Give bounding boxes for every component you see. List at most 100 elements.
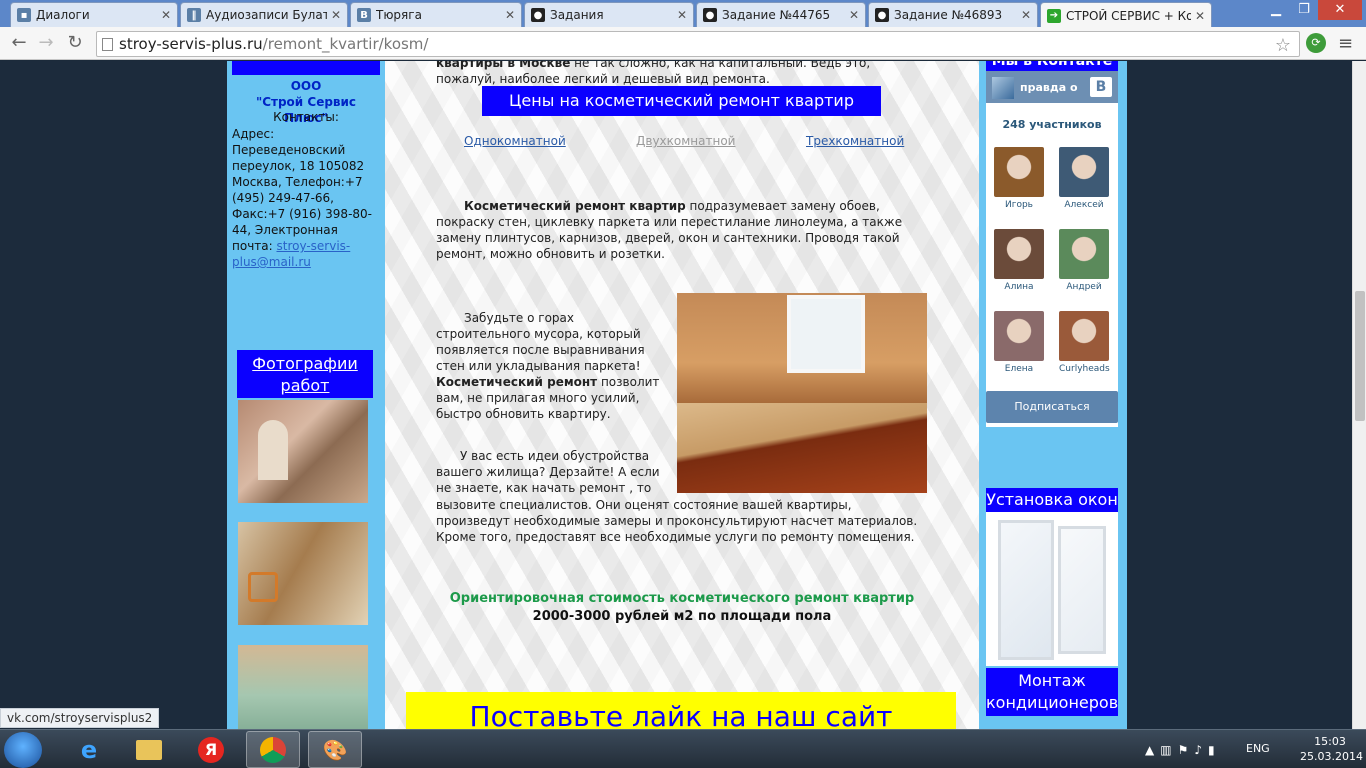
circle-icon: ● [875, 8, 889, 22]
member-name[interactable]: Андрей [1059, 282, 1109, 292]
window-image[interactable] [986, 512, 1118, 666]
tab-label: Тюряга [376, 8, 422, 22]
vk-group-name[interactable]: правда о [1020, 81, 1078, 94]
taskbar: e Я 🎨 ▲ ▥ ⚑ ♪ ▮ ENG 15:03 25.03.2014 [0, 729, 1366, 768]
ac-title[interactable]: Монтаж кондиционеров [986, 668, 1118, 716]
tab-close-icon[interactable]: ✕ [161, 8, 171, 22]
start-button[interactable] [4, 732, 42, 768]
tab-label: Задание №46893 [894, 8, 1003, 22]
vk-member[interactable]: Елена [994, 311, 1044, 374]
clock-date: 25.03.2014 [1300, 750, 1363, 763]
close-icon[interactable]: ✕ [1318, 0, 1362, 20]
tab[interactable]: ▪ Диалоги ✕ [10, 2, 178, 27]
vk-widget-title: Мы в Контакте [986, 61, 1118, 71]
tab-close-icon[interactable]: ✕ [331, 8, 341, 22]
photos-title[interactable]: Фотографии работ [237, 350, 373, 398]
work-photo[interactable] [238, 400, 368, 503]
tab-label: Задание №44765 [722, 8, 831, 22]
link-three-room[interactable]: Трехкомнатной [806, 134, 904, 148]
group-avatar[interactable] [992, 77, 1014, 99]
tab-close-icon[interactable]: ✕ [849, 8, 859, 22]
flag-icon[interactable]: ⚑ [1178, 743, 1189, 757]
tab[interactable]: В Тюряга ✕ [350, 2, 522, 27]
tab-close-icon[interactable]: ✕ [677, 8, 687, 22]
vk-logo-icon[interactable]: В [1090, 77, 1112, 97]
vk-members-count[interactable]: 248 участников [986, 118, 1118, 131]
tab[interactable]: ‖ Аудиозаписи Булата I ✕ [180, 2, 348, 27]
link-one-room[interactable]: Однокомнатной [464, 134, 566, 148]
intro-text: квартиры в Москве не так сложно, как на … [436, 61, 916, 87]
subscribe-button[interactable]: Подписаться [986, 391, 1118, 423]
window-controls: ▁ ❐ ✕ [1262, 0, 1362, 20]
browser-toolbar: ← → ↻ stroy-servis-plus.ru/remont_kvarti… [0, 27, 1366, 60]
clock[interactable]: 15:03 25.03.2014 [1300, 734, 1363, 764]
minimize-icon[interactable]: ▁ [1262, 0, 1290, 20]
work-photo[interactable] [238, 522, 368, 625]
left-sidebar: ООО "Строй Сервис Плюс" Контакты: Адрес:… [227, 61, 385, 729]
back-icon[interactable]: ← [8, 32, 30, 54]
tab[interactable]: ● Задание №44765 ✕ [696, 2, 866, 27]
scroll-thumb[interactable] [1355, 291, 1365, 421]
work-photo[interactable] [238, 645, 368, 729]
menu-icon[interactable]: ≡ [1338, 33, 1353, 54]
vk-member[interactable]: Алексей [1059, 147, 1109, 210]
tab[interactable]: ● Задание №46893 ✕ [868, 2, 1038, 27]
paragraph: Косметический ремонт квартир подразумева… [436, 198, 926, 262]
right-sidebar: Мы в Контакте правда о В 248 участников … [979, 61, 1127, 729]
tab[interactable]: ● Задания ✕ [524, 2, 694, 27]
system-tray: ▲ ▥ ⚑ ♪ ▮ [1145, 730, 1215, 768]
tray-arrow-icon[interactable]: ▲ [1145, 743, 1154, 757]
cost-title: Ориентировочная стоимость косметического… [449, 591, 915, 606]
para2-bold: Косметический ремонт [436, 375, 598, 389]
room-photo [677, 293, 927, 493]
like-banner[interactable]: Поставьте лайк на наш сайт [406, 692, 956, 729]
prices-title: Цены на косметический ремонт квартир [482, 86, 881, 116]
explorer-icon[interactable] [122, 731, 176, 768]
vk-member[interactable]: Андрей [1059, 229, 1109, 292]
window-frame [998, 520, 1054, 660]
member-name[interactable]: Алина [994, 282, 1044, 292]
avatar[interactable] [994, 147, 1044, 197]
member-name[interactable]: Алексей [1059, 200, 1109, 210]
address-bar[interactable]: stroy-servis-plus.ru/remont_kvartir/kosm… [96, 31, 1300, 57]
avatar[interactable] [1059, 311, 1109, 361]
bookmark-star-icon[interactable]: ☆ [1275, 34, 1291, 58]
pause-icon: ‖ [187, 8, 201, 22]
vk-widget: правда о В 248 участников Игорь Алексей Ал… [986, 71, 1118, 427]
chrome-icon[interactable] [246, 731, 300, 768]
avatar[interactable] [1059, 229, 1109, 279]
volume-icon[interactable]: ♪ [1194, 743, 1202, 757]
language-indicator[interactable]: ENG [1246, 742, 1270, 755]
paint-icon[interactable]: 🎨 [308, 731, 362, 768]
network-icon[interactable]: ▥ [1160, 743, 1171, 757]
member-name[interactable]: Curlyheads [1059, 364, 1110, 374]
avatar[interactable] [994, 229, 1044, 279]
tab-close-icon[interactable]: ✕ [505, 8, 515, 22]
restore-icon[interactable]: ❐ [1290, 0, 1318, 20]
tab-bar: ▪Диалоги✕‖Аудиозаписи Булата I✕ВТюряга✕●… [0, 0, 1366, 28]
vk-header[interactable]: правда о В [986, 71, 1118, 103]
contacts-address: Адрес: Переведеновский переулок, 18 1050… [232, 126, 382, 270]
avatar[interactable] [1059, 147, 1109, 197]
forward-icon[interactable]: → [35, 32, 57, 54]
avatar[interactable] [994, 311, 1044, 361]
ie-icon[interactable]: e [62, 731, 116, 768]
vk-member[interactable]: Алина [994, 229, 1044, 292]
link-two-room[interactable]: Двухкомнатной [636, 134, 735, 148]
scrollbar[interactable] [1352, 61, 1366, 729]
tab-close-icon[interactable]: ✕ [1021, 8, 1031, 22]
para1-bold: Косметический ремонт квартир [464, 199, 686, 213]
vk-member[interactable]: Игорь [994, 147, 1044, 210]
company-type: ООО [290, 79, 322, 93]
member-name[interactable]: Игорь [994, 200, 1044, 210]
tab[interactable]: ➔ СТРОЙ СЕРВИС + Ко ✕ [1040, 2, 1212, 28]
member-name[interactable]: Елена [994, 364, 1044, 374]
vk-member[interactable]: Curlyheads [1059, 311, 1110, 374]
windows-title[interactable]: Установка окон [986, 488, 1118, 512]
tab-close-icon[interactable]: ✕ [1195, 9, 1205, 23]
reload-icon[interactable]: ↻ [64, 32, 86, 54]
paragraph: Забудьте о горах строительного мусора, к… [436, 310, 666, 422]
yandex-icon[interactable]: Я [184, 731, 238, 768]
extension-icon[interactable]: ⟳ [1306, 33, 1326, 53]
battery-icon[interactable]: ▮ [1208, 743, 1215, 757]
